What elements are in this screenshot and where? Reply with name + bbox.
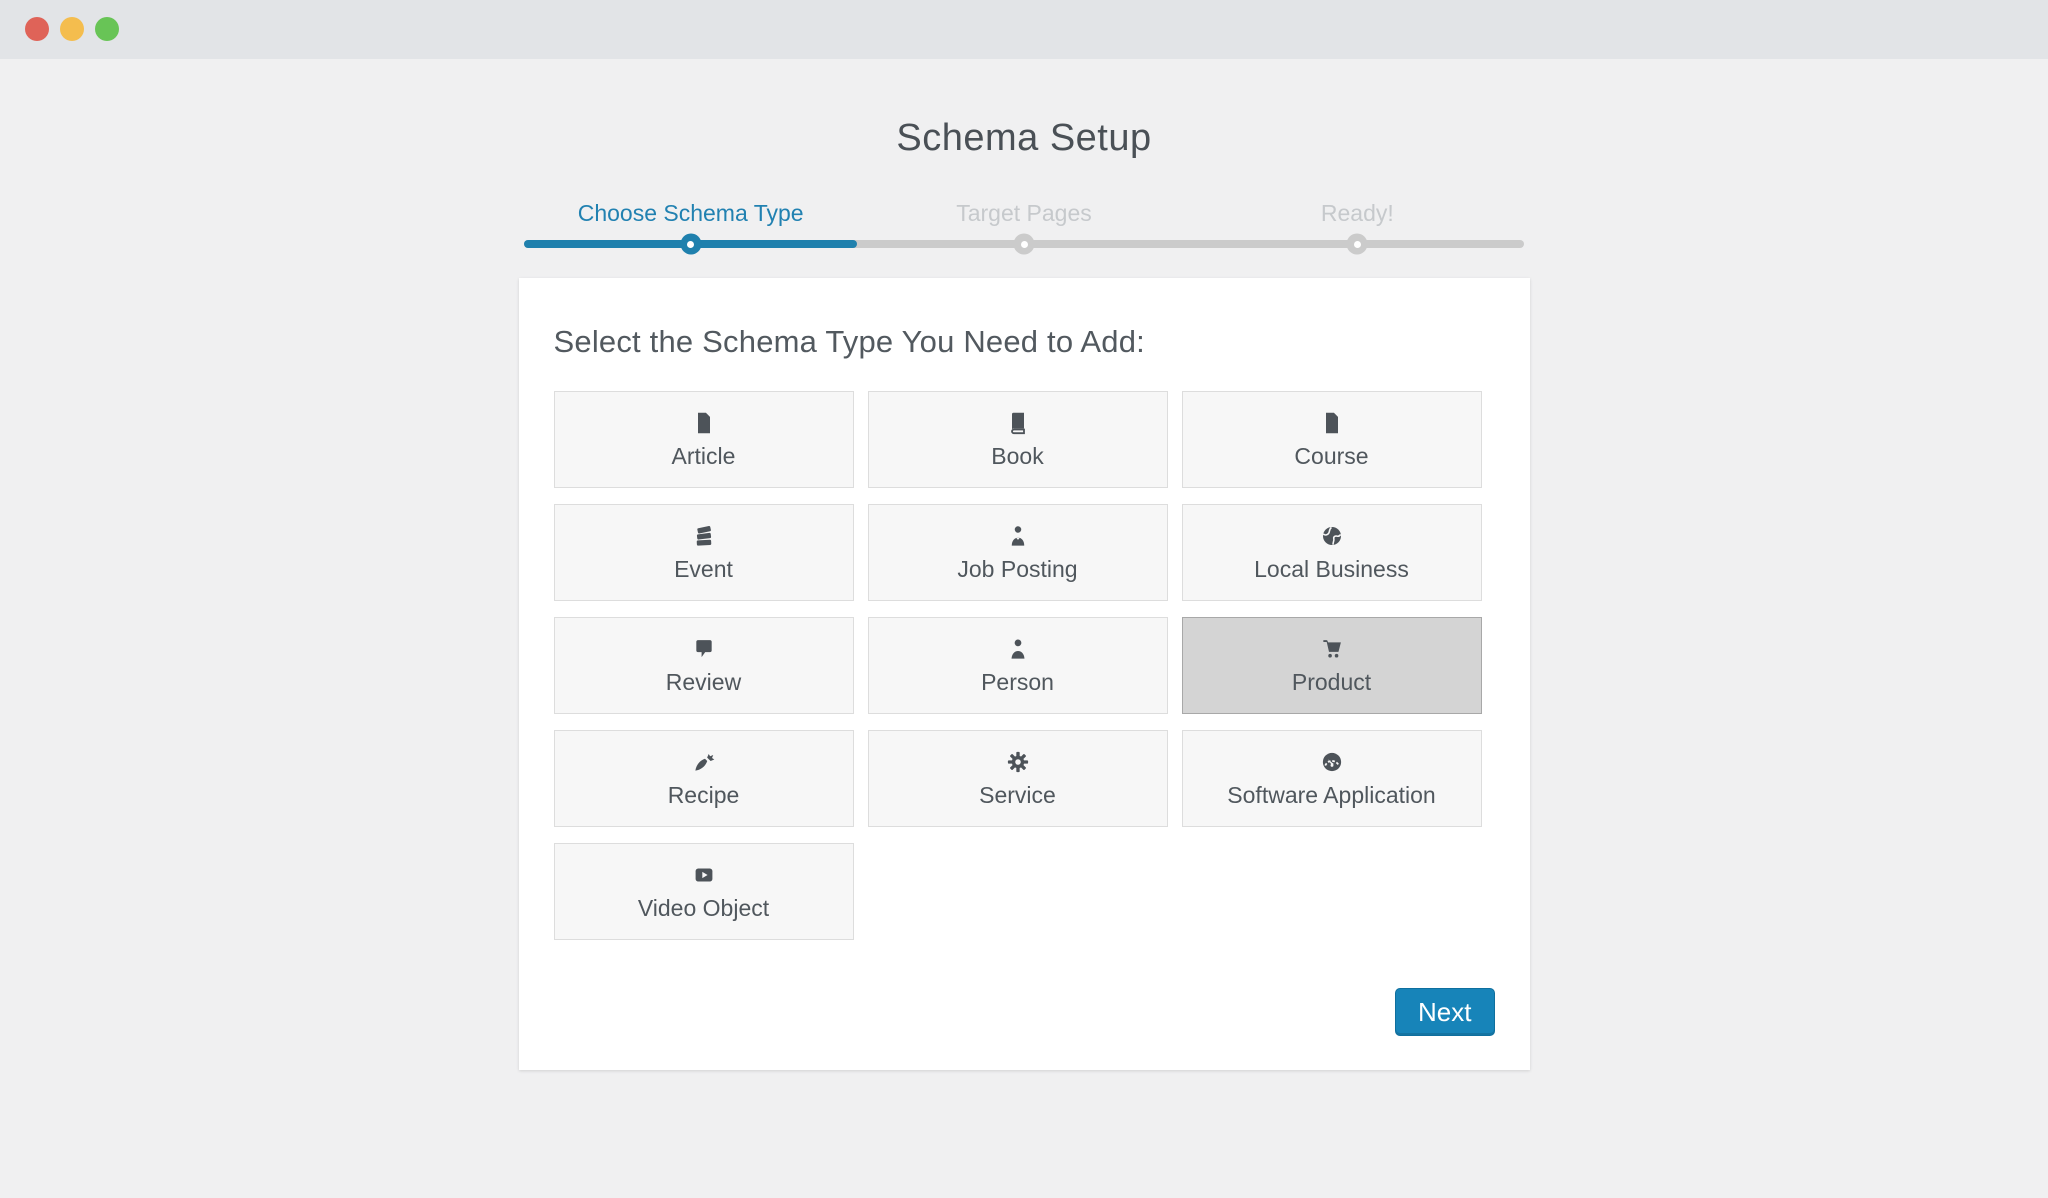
cart-icon (1320, 636, 1344, 662)
step-dot-upcoming-icon (1013, 233, 1035, 255)
step-ready: Ready! (1320, 200, 1394, 226)
schema-type-label: Product (1291, 668, 1372, 695)
course-icon (1320, 410, 1344, 436)
schema-type-label: Local Business (1254, 555, 1409, 582)
schema-type-button-person[interactable]: Person (867, 617, 1168, 714)
book-icon (1006, 410, 1030, 436)
dashboard-icon (1320, 749, 1344, 775)
step-choose-schema-type: Choose Schema Type (577, 200, 804, 226)
schema-type-label: Recipe (667, 781, 740, 808)
schema-setup-card: Select the Schema Type You Need to Add: … (518, 278, 1530, 1070)
tickets-icon (692, 523, 716, 549)
schema-type-button-event[interactable]: Event (553, 504, 854, 601)
zoom-button[interactable] (95, 17, 119, 41)
schema-type-button-book[interactable]: Book (867, 391, 1168, 488)
schema-type-label: Job Posting (957, 555, 1078, 582)
schema-type-button-local-business[interactable]: Local Business (1181, 504, 1482, 601)
schema-type-button-review[interactable]: Review (553, 617, 854, 714)
minimize-button[interactable] (60, 17, 84, 41)
window-controls (25, 17, 119, 41)
schema-type-label: Book (991, 442, 1044, 469)
setup-stepper: Choose Schema Type Target Pages Ready! (524, 200, 1524, 255)
schema-type-button-recipe[interactable]: Recipe (553, 730, 854, 827)
schema-type-label: Video Object (637, 894, 770, 921)
schema-type-button-service[interactable]: Service (867, 730, 1168, 827)
card-heading: Select the Schema Type You Need to Add: (553, 324, 1145, 359)
schema-type-button-software-application[interactable]: Software Application (1181, 730, 1482, 827)
article-icon (692, 410, 716, 436)
video-icon (692, 862, 716, 888)
schema-type-label: Event (674, 555, 733, 582)
step-dot-active-icon (680, 233, 702, 255)
schema-type-button-job-posting[interactable]: Job Posting (867, 504, 1168, 601)
page-title: Schema Setup (896, 117, 1152, 159)
schema-type-label: Article (671, 442, 736, 469)
person-icon (1006, 636, 1030, 662)
schema-type-button-video-object[interactable]: Video Object (553, 843, 854, 940)
schema-type-button-course[interactable]: Course (1181, 391, 1482, 488)
schema-type-label: Review (665, 668, 742, 695)
schema-type-label: Service (979, 781, 1056, 808)
next-button[interactable]: Next (1395, 988, 1495, 1036)
close-button[interactable] (25, 17, 49, 41)
schema-type-label: Software Application (1227, 781, 1436, 808)
schema-type-button-article[interactable]: Article (553, 391, 854, 488)
businessman-icon (1006, 523, 1030, 549)
globe-icon (1320, 523, 1344, 549)
step-target-pages: Target Pages (956, 200, 1092, 226)
schema-type-label: Person (981, 668, 1054, 695)
gear-icon (1006, 749, 1030, 775)
schema-type-grid: Article Book Course Event Job Posting Lo… (553, 391, 1495, 940)
comment-icon (692, 636, 716, 662)
carrot-icon (692, 749, 716, 775)
progress-track (524, 233, 1524, 255)
card-footer: Next (554, 988, 1495, 1036)
schema-type-button-product[interactable]: Product (1181, 617, 1482, 714)
schema-type-label: Course (1294, 442, 1369, 469)
window-titlebar (0, 0, 2048, 59)
step-dot-upcoming-icon (1346, 233, 1368, 255)
